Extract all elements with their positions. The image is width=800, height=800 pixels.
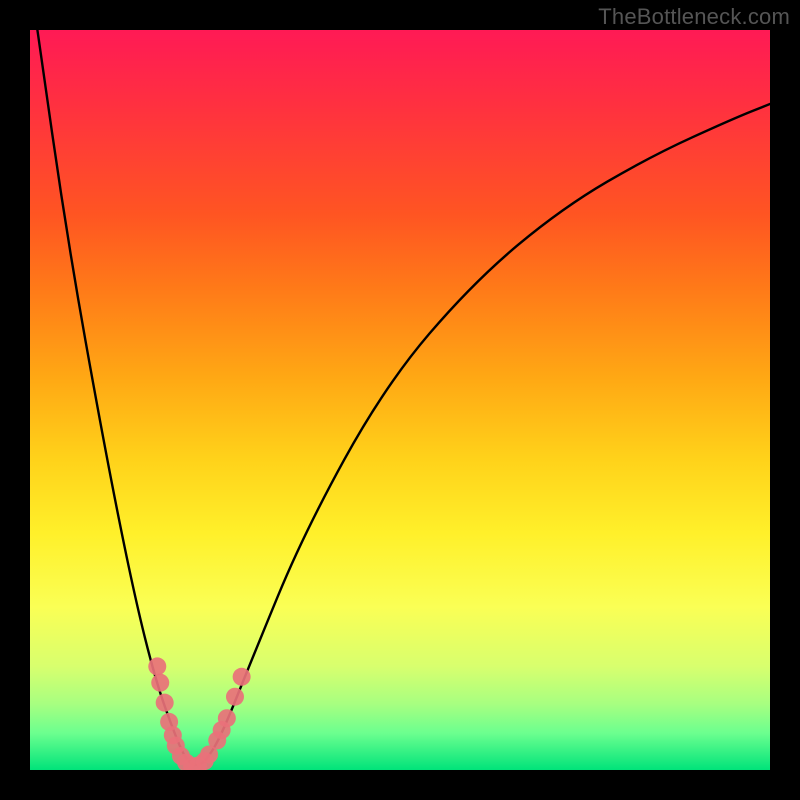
chart-plot-area xyxy=(30,30,770,770)
chart-frame: TheBottleneck.com xyxy=(0,0,800,800)
curve-path xyxy=(37,30,770,765)
marker-dot xyxy=(151,674,169,692)
bottleneck-curve-svg xyxy=(30,30,770,770)
marker-dot xyxy=(218,709,236,727)
marker-dot xyxy=(226,688,244,706)
marker-dot xyxy=(233,668,251,686)
watermark-text: TheBottleneck.com xyxy=(598,4,790,30)
highlight-markers xyxy=(148,657,250,770)
marker-dot xyxy=(156,694,174,712)
bottleneck-curve xyxy=(37,30,770,765)
marker-dot xyxy=(148,657,166,675)
